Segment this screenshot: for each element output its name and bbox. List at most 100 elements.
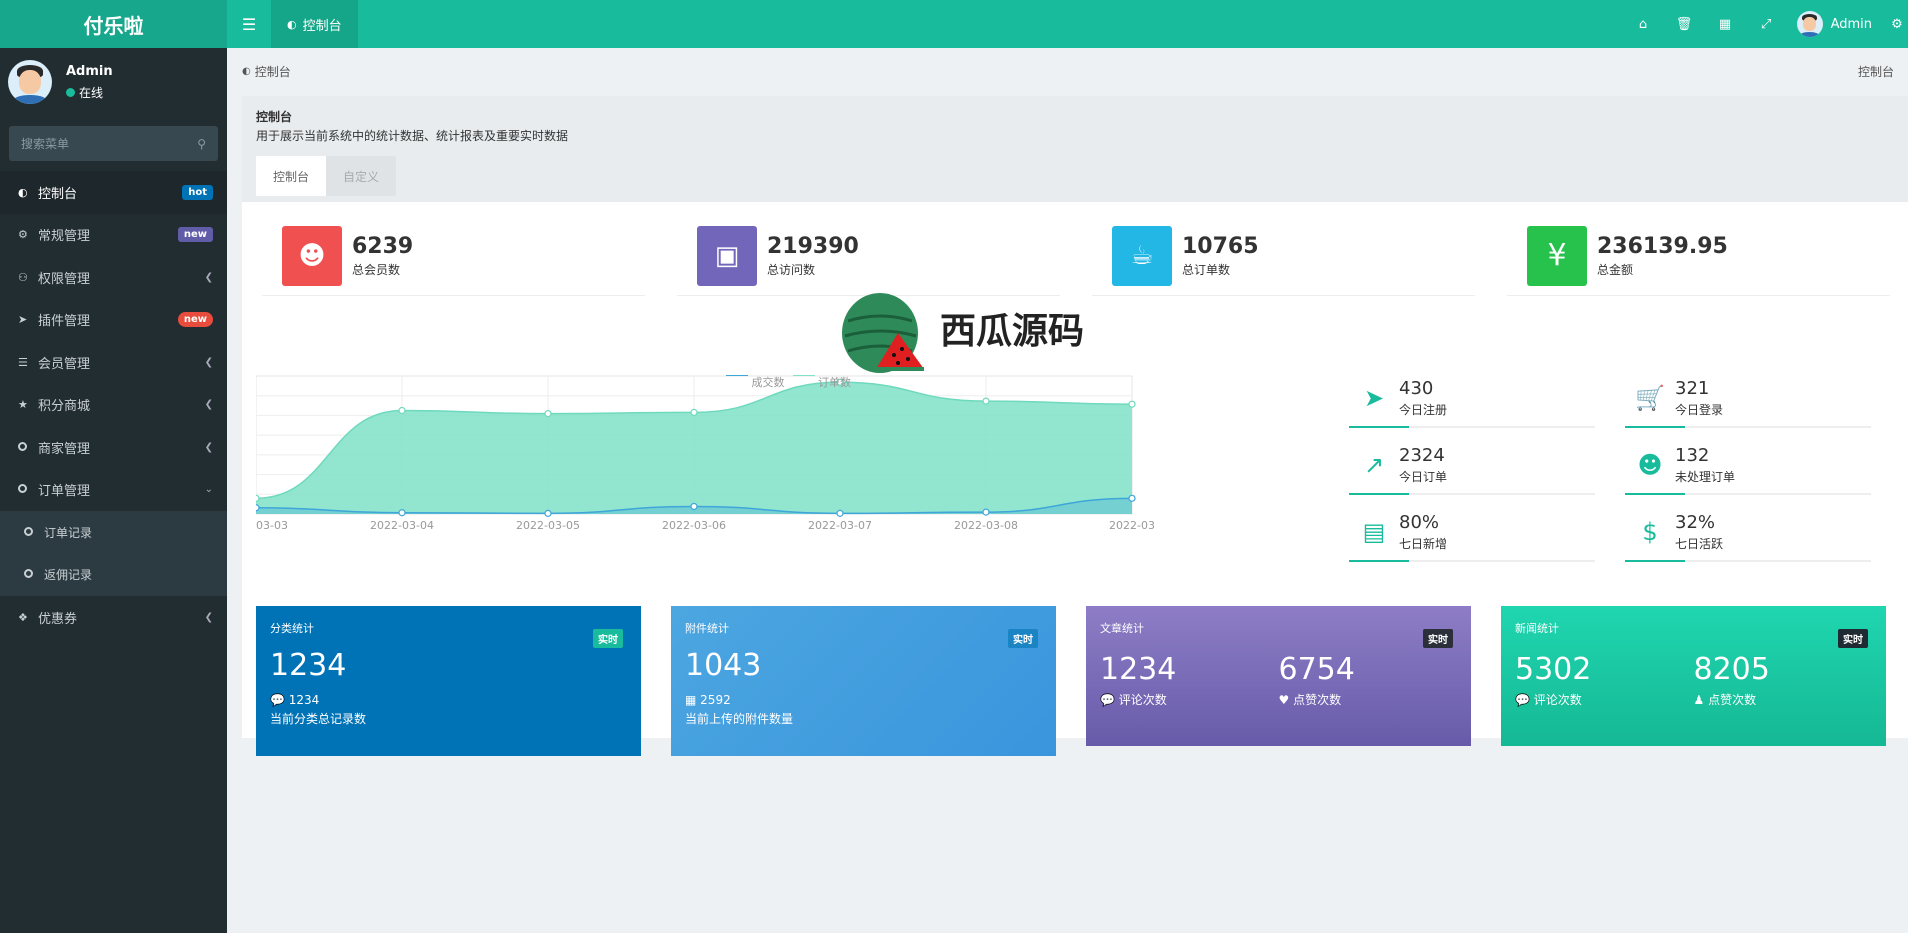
box-title: 文章统计 <box>1100 622 1144 635</box>
data-point <box>1128 494 1136 502</box>
language-button[interactable]: ▦ <box>1705 0 1746 48</box>
stat-value: 6239 <box>352 233 414 259</box>
sidebar-item-dashboard[interactable]: ◐ 控制台 hot <box>0 171 227 214</box>
category-stats-box: 分类统计 实时 1234 💬 1234 当前分类总记录数 <box>256 606 641 756</box>
dashboard-panel: 控制台 用于展示当前系统中的统计数据、统计报表及重要实时数据 控制台 自定义 ☻… <box>242 96 1908 756</box>
rocket-icon: ➤ <box>1363 384 1385 412</box>
hot-badge: hot <box>182 184 213 200</box>
tab-dashboard[interactable]: 控制台 <box>256 156 327 196</box>
chevron-left-icon: ❮ <box>204 441 213 453</box>
app-logo-text: 付乐啦 <box>83 13 144 38</box>
sidebar-item-label: 返佣记录 <box>44 568 93 583</box>
realtime-badge: 实时 <box>1838 629 1868 648</box>
sidebar-item-member[interactable]: ☰ 会员管理 ❮ <box>0 341 227 384</box>
stat-label: 总会员数 <box>352 262 401 277</box>
circle-icon <box>24 526 44 539</box>
data-point <box>690 408 698 416</box>
circle-icon <box>18 483 38 496</box>
sidebar-item-auth[interactable]: ⚇ 权限管理 ❮ <box>0 256 227 299</box>
menu-toggle-button[interactable]: ☰ <box>227 0 271 48</box>
user-panel: Admin 在线 <box>0 48 227 116</box>
box-value: 1043 <box>685 648 762 683</box>
data-point <box>1128 400 1136 408</box>
home-button[interactable]: ⌂ <box>1623 0 1664 48</box>
sidebar-item-commission-records[interactable]: 返佣记录 <box>0 554 227 597</box>
x-tick-label: 2022-03-04 <box>370 519 434 532</box>
sidebar-item-addon[interactable]: ➤ 插件管理 new <box>0 299 227 342</box>
search-icon[interactable]: ⚲ <box>197 137 206 151</box>
page-description: 用于展示当前系统中的统计数据、统计报表及重要实时数据 <box>256 129 569 143</box>
sidebar-item-label: 权限管理 <box>38 271 91 287</box>
new-badge: new <box>177 227 213 243</box>
translate-icon: ▦ <box>1718 16 1732 32</box>
settings-button[interactable]: ⚙ <box>1886 0 1908 48</box>
box-sub-label: 当前上传的附件数量 <box>685 712 794 726</box>
data-point <box>252 504 260 512</box>
mini-value: 430 <box>1399 378 1434 399</box>
box-sub-label: 评论次数 <box>1118 693 1167 707</box>
mini-stat-login: 🛒 321 今日登录 <box>1625 372 1871 428</box>
clear-cache-button[interactable]: 🗑 <box>1664 0 1705 48</box>
mini-label: 七日活跃 <box>1675 537 1724 551</box>
mini-stat-orders: ↗ 2324 今日订单 <box>1349 439 1595 495</box>
realtime-badge: 实时 <box>593 629 623 648</box>
legend-label: 成交数 <box>751 376 785 389</box>
mini-label: 七日新增 <box>1399 537 1448 551</box>
chevron-left-icon: ❮ <box>204 611 213 623</box>
star-icon: ★ <box>18 398 28 412</box>
mini-value: 32% <box>1675 512 1716 533</box>
box-sub-value: 2592 <box>700 693 731 707</box>
app-logo[interactable]: 付乐啦 <box>0 0 227 48</box>
avatar <box>8 60 52 104</box>
stat-card-orders: ☕ 10765 总订单数 <box>1092 216 1475 296</box>
realtime-badge: 实时 <box>1008 629 1038 648</box>
home-icon: ⌂ <box>1638 16 1648 32</box>
sidebar-item-points-mall[interactable]: ★ 积分商城 ❮ <box>0 384 227 427</box>
chart-legend: 成交数 订单数 <box>726 374 851 390</box>
article-stats-box: 文章统计 实时 1234 💬 评论次数 6754 ♥ 点赞次数 <box>1086 606 1471 746</box>
mini-value: 2324 <box>1399 445 1445 466</box>
mini-stat-register: ➤ 430 今日注册 <box>1349 372 1595 428</box>
tab-dashboard-label: 控制台 <box>302 18 342 34</box>
box-title: 附件统计 <box>685 622 729 635</box>
search-input[interactable] <box>21 136 198 151</box>
user-menu[interactable]: Admin <box>1787 11 1886 37</box>
stat-value: 219390 <box>767 233 859 259</box>
mini-value: 132 <box>1675 445 1710 466</box>
sidebar-item-label: 订单管理 <box>38 484 91 500</box>
stat-value: 236139.95 <box>1597 233 1728 259</box>
settings-icon: ⚙ <box>1891 16 1903 32</box>
attachment-icon: ▦ <box>685 693 697 707</box>
sidebar-item-label: 优惠券 <box>38 611 78 627</box>
breadcrumb-current[interactable]: 控制台 <box>255 63 291 80</box>
box-sub-label: 评论次数 <box>1533 693 1582 707</box>
user-name: Admin <box>1830 16 1872 32</box>
box-value: 5302 <box>1515 652 1592 687</box>
legend-item[interactable]: 订单数 <box>792 374 851 390</box>
users-icon: ☻ <box>1637 451 1663 479</box>
stat-label: 总访问数 <box>767 262 816 277</box>
stat-label: 总订单数 <box>1182 262 1231 277</box>
sidebar: Admin 在线 ⚲ ◐ 控制台 hot ⚙ 常规管理 new ⚇ 权限管理 ❮… <box>0 48 227 933</box>
mini-label: 未处理订单 <box>1675 470 1736 484</box>
chevron-left-icon: ❮ <box>204 399 213 411</box>
legend-item[interactable]: 成交数 <box>726 374 785 390</box>
chart-canvas: 03-03 2022-03-04 2022-03-05 2022-03-06 2022-… <box>252 375 1155 532</box>
fullscreen-button[interactable]: ⤢ <box>1746 0 1787 48</box>
sidebar-item-order-records[interactable]: 订单记录 <box>0 511 227 554</box>
sidebar-item-general[interactable]: ⚙ 常规管理 new <box>0 214 227 257</box>
trash-icon: 🗑 <box>1675 16 1693 32</box>
data-point <box>544 410 552 418</box>
sidebar-item-order[interactable]: 订单管理 ⌄ <box>0 469 227 512</box>
tab-custom[interactable]: 自定义 <box>326 156 397 196</box>
breadcrumb: ◐ 控制台 控制台 <box>227 48 1908 94</box>
realtime-badge: 实时 <box>1423 629 1453 648</box>
sidebar-item-coupon[interactable]: ❖ 优惠券 ❮ <box>0 596 227 639</box>
x-tick-label: 2022-03-07 <box>808 519 872 532</box>
watermark: 西瓜源码 <box>840 291 1100 381</box>
tab-dashboard[interactable]: ◐ 控制台 <box>271 0 358 48</box>
data-point <box>982 508 990 516</box>
avatar <box>1796 11 1823 37</box>
sidebar-item-merchant[interactable]: 商家管理 ❮ <box>0 426 227 469</box>
shopping-bag-icon: ☕ <box>1112 225 1172 286</box>
